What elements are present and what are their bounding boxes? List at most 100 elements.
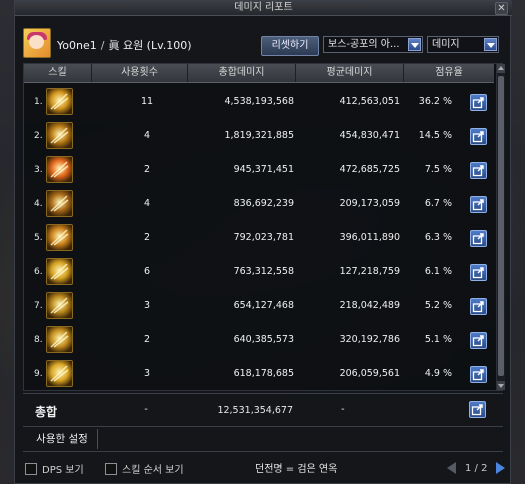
page-indicator: 1 / 2 — [465, 463, 488, 474]
mode-select[interactable]: 데미지 — [427, 36, 499, 53]
header-avg[interactable]: 평균데미지 — [296, 64, 404, 82]
total-count: - — [144, 404, 148, 415]
share-icon[interactable] — [470, 264, 487, 281]
row-pct: 5.2 % — [424, 300, 452, 311]
row-count: 3 — [143, 368, 151, 379]
header-count[interactable]: 사용횟수 — [92, 64, 188, 82]
reset-button[interactable]: 리셋하기 — [261, 36, 319, 56]
table-row: 8. 2 640,385,573 320,192,786 5.1 % — [24, 323, 494, 357]
row-rank: 7. — [34, 301, 43, 311]
row-count: 2 — [143, 334, 151, 345]
player-job: 眞 요원 (Lv.100) — [108, 39, 192, 52]
close-icon[interactable]: ✕ — [495, 2, 508, 15]
row-avg: 320,192,786 — [339, 334, 400, 345]
avatar — [23, 28, 51, 58]
row-rank: 5. — [34, 233, 43, 243]
table-row: 5. 2 792,023,781 396,011,890 6.3 % — [24, 221, 494, 255]
row-total: 792,023,781 — [233, 232, 294, 243]
table-row: 9. 3 618,178,685 206,059,561 4.9 % — [24, 357, 494, 391]
share-icon[interactable] — [470, 94, 487, 111]
scrollbar[interactable] — [496, 64, 505, 390]
share-icon[interactable] — [470, 128, 487, 145]
skill-agent-strike-icon[interactable] — [46, 224, 73, 251]
row-avg: 206,059,561 — [339, 368, 400, 379]
table-row: 6. 6 763,312,558 127,218,759 6.1 % — [24, 255, 494, 289]
row-avg: 412,563,051 — [339, 96, 400, 107]
row-total: 618,178,685 — [233, 368, 294, 379]
row-count: 11 — [140, 96, 154, 107]
scroll-up-icon[interactable] — [497, 64, 505, 73]
row-pct: 6.1 % — [424, 266, 452, 277]
header-pct[interactable]: 점유율 — [404, 64, 494, 82]
skill-rush-icon[interactable] — [46, 360, 73, 387]
row-count: 6 — [143, 266, 151, 277]
header-skill[interactable]: 스킬 — [24, 64, 92, 82]
row-pct: 36.2 % — [418, 96, 452, 107]
row-count: 2 — [143, 164, 151, 175]
share-icon[interactable] — [469, 401, 486, 418]
player-separator: / — [100, 39, 105, 52]
total-label: 총합 — [35, 405, 58, 419]
row-avg: 218,042,489 — [339, 300, 400, 311]
row-pct: 4.9 % — [424, 368, 452, 379]
checkbox-box[interactable] — [25, 463, 37, 475]
skill-seal-icon[interactable] — [46, 122, 73, 149]
dps-view-checkbox[interactable]: DPS 보기 — [25, 461, 84, 476]
row-pct: 7.5 % — [424, 164, 452, 175]
skill-target-icon[interactable] — [46, 258, 73, 285]
row-rank: 1. — [34, 97, 43, 107]
header-total[interactable]: 총합데미지 — [188, 64, 296, 82]
title-bar[interactable]: 데미지 리포트 ✕ — [15, 1, 512, 16]
row-rank: 6. — [34, 267, 43, 277]
prev-page-icon[interactable] — [447, 462, 456, 474]
divider — [23, 451, 503, 452]
row-count: 3 — [143, 300, 151, 311]
table-row: 1. 11 4,538,193,568 412,563,051 36.2 % — [24, 85, 494, 119]
chevron-down-icon[interactable] — [408, 38, 421, 51]
table-row: 4. 4 836,692,239 209,173,059 6.7 % — [24, 187, 494, 221]
skill-order-checkbox[interactable]: 스킬 순서 보기 — [105, 461, 184, 476]
skill-blade-icon[interactable] — [46, 326, 73, 353]
skill-damage-table: 스킬 사용횟수 총합데미지 평균데미지 점유율 1. 11 4,538,193,56… — [23, 63, 505, 391]
total-row: 총합 - 12,531,354,677 - — [23, 393, 503, 427]
dungeon-select-value: 보스-공포의 아... — [328, 39, 400, 50]
row-count: 4 — [143, 198, 151, 209]
share-icon[interactable] — [470, 196, 487, 213]
share-icon[interactable] — [470, 230, 487, 247]
row-total: 640,385,573 — [233, 334, 294, 345]
row-pct: 6.7 % — [424, 198, 452, 209]
row-avg: 454,830,471 — [339, 130, 400, 141]
skill-fire-burst-icon[interactable] — [46, 156, 73, 183]
share-icon[interactable] — [470, 332, 487, 349]
skill-arc-slash-icon[interactable] — [46, 292, 73, 319]
scroll-down-icon[interactable] — [497, 381, 505, 390]
window-title: 데미지 리포트 — [234, 2, 293, 13]
row-count: 4 — [143, 130, 151, 141]
skill-crosshair-icon[interactable] — [46, 190, 73, 217]
scroll-thumb[interactable] — [498, 76, 504, 376]
checkbox-box[interactable] — [105, 463, 117, 475]
share-icon[interactable] — [470, 298, 487, 315]
dungeon-select[interactable]: 보스-공포의 아... — [323, 36, 423, 53]
row-count: 2 — [143, 232, 151, 243]
tab-used-settings[interactable]: 사용한 설정 — [27, 429, 98, 449]
row-avg: 472,685,725 — [339, 164, 400, 175]
skill-dagger-icon[interactable] — [46, 88, 73, 115]
table-row: 3. 2 945,371,451 472,685,725 7.5 % — [24, 153, 494, 187]
share-icon[interactable] — [470, 366, 487, 383]
share-icon[interactable] — [470, 162, 487, 179]
chevron-down-icon[interactable] — [484, 38, 497, 51]
dps-view-label: DPS 보기 — [42, 465, 84, 476]
row-avg: 396,011,890 — [339, 232, 400, 243]
row-avg: 127,218,759 — [339, 266, 400, 277]
row-rank: 3. — [34, 165, 43, 175]
table-header: 스킬 사용횟수 총합데미지 평균데미지 점유율 — [24, 64, 494, 83]
next-page-icon[interactable] — [496, 462, 505, 474]
row-total: 945,371,451 — [233, 164, 294, 175]
row-pct: 6.3 % — [424, 232, 452, 243]
row-rank: 9. — [34, 369, 43, 379]
table-row: 7. 3 654,127,468 218,042,489 5.2 % — [24, 289, 494, 323]
player-info: Yo0ne1/眞 요원 (Lv.100) — [57, 37, 192, 53]
mode-select-value: 데미지 — [432, 39, 460, 50]
row-total: 1,819,321,885 — [224, 130, 294, 141]
